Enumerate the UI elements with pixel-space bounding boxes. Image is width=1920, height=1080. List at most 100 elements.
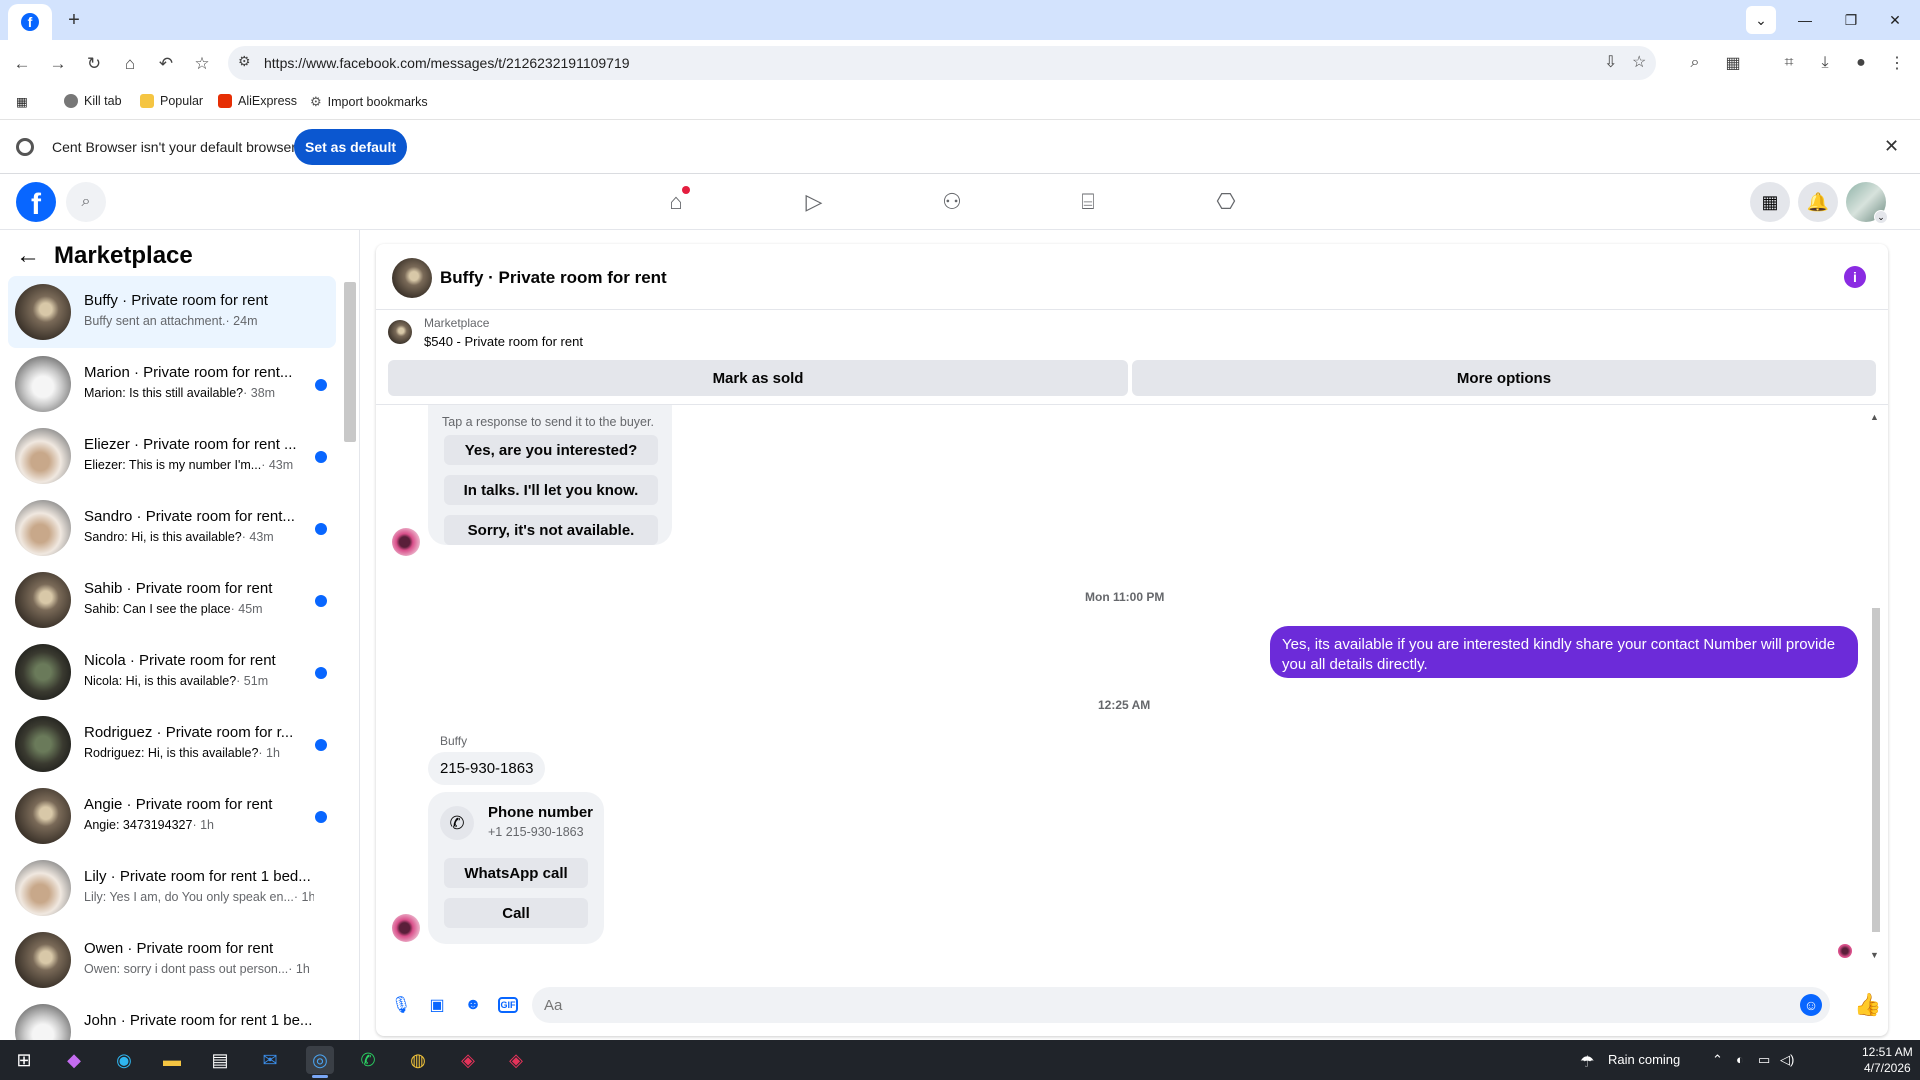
downloads-icon[interactable]: ⤓ <box>1812 50 1838 76</box>
file-explorer-icon[interactable]: ▬ <box>158 1046 186 1074</box>
conversation-name: Owen · Private room for rent <box>84 940 274 957</box>
app-icon[interactable]: ◈ <box>502 1046 530 1074</box>
windows-start-icon[interactable]: ⊞ <box>10 1046 38 1074</box>
crop-screenshot-icon[interactable]: ⌗ <box>1776 50 1802 76</box>
network-icon[interactable]: ▭ <box>1758 1052 1770 1068</box>
zoom-search-icon[interactable]: ⌕ <box>1682 50 1708 76</box>
conversation-item[interactable]: Owen · Private room for rent Owen: sorry… <box>8 924 336 996</box>
home-nav-icon[interactable]: ⌂ <box>656 182 696 222</box>
profile-icon[interactable]: ● <box>1848 50 1874 76</box>
site-info-icon[interactable]: ⚙ <box>238 53 251 70</box>
conversation-item[interactable]: Sandro · Private room for rent... Sandro… <box>8 492 336 564</box>
conversation-item[interactable]: Lily · Private room for rent 1 bed... Li… <box>8 852 336 924</box>
photo-icon[interactable]: ▣ <box>426 994 448 1016</box>
apps-grid-icon[interactable]: ▦ <box>16 94 28 109</box>
browser-tab-facebook[interactable]: f <box>8 4 52 40</box>
bookmark-star-icon[interactable]: ☆ <box>188 50 216 78</box>
message-input[interactable] <box>532 987 1830 1023</box>
friends-nav-icon[interactable]: ⚇ <box>932 182 972 222</box>
restore-icon[interactable]: ❐ <box>1836 6 1866 34</box>
volume-icon[interactable]: ◁) <box>1780 1052 1794 1068</box>
call-button[interactable]: Call <box>444 898 588 928</box>
store-icon[interactable]: ▤ <box>206 1046 234 1074</box>
tab-search-icon[interactable]: ⌄ <box>1746 6 1776 34</box>
chat-scrollbar[interactable] <box>1872 608 1880 932</box>
gif-icon[interactable]: GIF <box>498 997 518 1013</box>
whatsapp-call-button[interactable]: WhatsApp call <box>444 858 588 888</box>
address-bar[interactable]: ⚙ https://www.facebook.com/messages/t/21… <box>228 46 1656 80</box>
buyer-avatar[interactable] <box>392 914 420 942</box>
weather-text[interactable]: Rain coming <box>1608 1052 1680 1067</box>
close-window-icon[interactable]: ✕ <box>1880 6 1910 34</box>
cent-browser-icon[interactable]: ◎ <box>306 1046 334 1078</box>
conversation-item[interactable]: Eliezer · Private room for rent ... Elie… <box>8 420 336 492</box>
whatsapp-icon[interactable]: ✆ <box>354 1046 382 1074</box>
location-icon[interactable]: ◐ <box>1736 1052 1744 1067</box>
weather-icon[interactable]: ☂ <box>1580 1052 1594 1072</box>
thumbs-up-icon[interactable]: 👍 <box>1854 992 1881 1018</box>
back-arrow-icon[interactable]: ← <box>16 242 40 270</box>
minimize-icon[interactable]: — <box>1790 6 1820 34</box>
facebook-logo[interactable]: f <box>16 182 56 222</box>
new-tab-icon[interactable]: + <box>62 8 86 32</box>
browser-tab-strip: f + ⌄ — ❐ ✕ <box>0 0 1920 40</box>
search-icon[interactable]: ⌕ <box>66 182 106 222</box>
conversation-item[interactable]: John · Private room for rent 1 be... <box>8 996 336 1040</box>
chat-header: Buffy · Private room for rent i <box>376 244 1888 310</box>
set-as-default-button[interactable]: Set as default <box>294 129 407 165</box>
forward-icon[interactable]: → <box>44 50 72 78</box>
address-url[interactable]: https://www.facebook.com/messages/t/2126… <box>264 55 630 71</box>
message-timestamp: 12:25 AM <box>1098 698 1151 712</box>
quick-reply-button[interactable]: Sorry, it's not available. <box>444 515 658 545</box>
tray-chevron-icon[interactable]: ⌃ <box>1712 1052 1723 1068</box>
buyer-avatar[interactable] <box>392 528 420 556</box>
bookmark-aliexpress[interactable]: AliExpress <box>218 94 297 108</box>
bookmark-page-icon[interactable]: ☆ <box>1632 52 1646 72</box>
incoming-message[interactable]: 215-930-1863 <box>428 752 546 785</box>
app-icon[interactable]: ◈ <box>454 1046 482 1074</box>
account-avatar[interactable]: ⌄ <box>1846 182 1888 224</box>
mark-as-sold-button[interactable]: Mark as sold <box>388 360 1128 396</box>
chat-avatar[interactable] <box>392 258 432 298</box>
menu-grid-icon[interactable]: ▦ <box>1750 182 1790 222</box>
video-nav-icon[interactable]: ▷ <box>794 182 834 222</box>
bookmark-kill-tab[interactable]: Kill tab <box>64 94 122 108</box>
quick-reply-button[interactable]: In talks. I'll let you know. <box>444 475 658 505</box>
emoji-icon[interactable]: ☺ <box>1800 994 1822 1016</box>
scroll-down-icon[interactable]: ▼ <box>1870 950 1879 960</box>
conversation-item[interactable]: Rodriguez · Private room for r... Rodrig… <box>8 708 336 780</box>
copilot-icon[interactable]: ◆ <box>60 1046 88 1074</box>
bookmark-popular[interactable]: Popular <box>140 94 203 108</box>
undo-close-tab-icon[interactable]: ↶ <box>152 50 180 78</box>
outlook-icon[interactable]: ✉ <box>256 1046 284 1074</box>
back-icon[interactable]: ← <box>8 50 36 78</box>
home-icon[interactable]: ⌂ <box>116 50 144 78</box>
close-infobar-icon[interactable]: ✕ <box>1884 136 1899 157</box>
bookmark-import[interactable]: ⚙ Import bookmarks <box>310 94 428 110</box>
microphone-icon[interactable]: 🎙 <box>390 994 412 1016</box>
notifications-bell-icon[interactable]: 🔔 <box>1798 182 1838 222</box>
edge-icon[interactable]: ◉ <box>110 1046 138 1074</box>
conversation-item[interactable]: Nicola · Private room for rent Nicola: H… <box>8 636 336 708</box>
install-app-icon[interactable]: ⇩ <box>1604 52 1617 72</box>
scroll-up-icon[interactable]: ▲ <box>1870 412 1879 422</box>
more-options-button[interactable]: More options <box>1132 360 1876 396</box>
browser-menu-icon[interactable]: ⋮ <box>1884 50 1910 76</box>
gaming-nav-icon[interactable]: ⎔ <box>1206 182 1246 222</box>
conversation-item[interactable]: Buffy · Private room for rent Buffy sent… <box>8 276 336 348</box>
taskbar-clock[interactable]: 12:51 AM 4/7/2026 <box>1862 1044 1913 1076</box>
conversation-item[interactable]: Sahib · Private room for rent Sahib: Can… <box>8 564 336 636</box>
sidebar-scrollbar[interactable] <box>344 282 356 442</box>
chrome-icon[interactable]: ◍ <box>404 1046 432 1074</box>
marketplace-nav-icon[interactable]: ⌸ <box>1068 182 1108 222</box>
folder-icon <box>140 94 154 108</box>
outgoing-message[interactable]: Yes, its available if you are interested… <box>1270 626 1858 678</box>
sticker-icon[interactable]: ☻ <box>462 994 484 1016</box>
conversation-item[interactable]: Angie · Private room for rent Angie: 347… <box>8 780 336 852</box>
reload-icon[interactable]: ↻ <box>80 50 108 78</box>
chat-title[interactable]: Buffy · Private room for rent <box>440 268 667 288</box>
quick-reply-button[interactable]: Yes, are you interested? <box>444 435 658 465</box>
qr-code-icon[interactable]: ▦ <box>1720 50 1746 76</box>
info-icon[interactable]: i <box>1844 266 1866 288</box>
conversation-item[interactable]: Marion · Private room for rent... Marion… <box>8 348 336 420</box>
